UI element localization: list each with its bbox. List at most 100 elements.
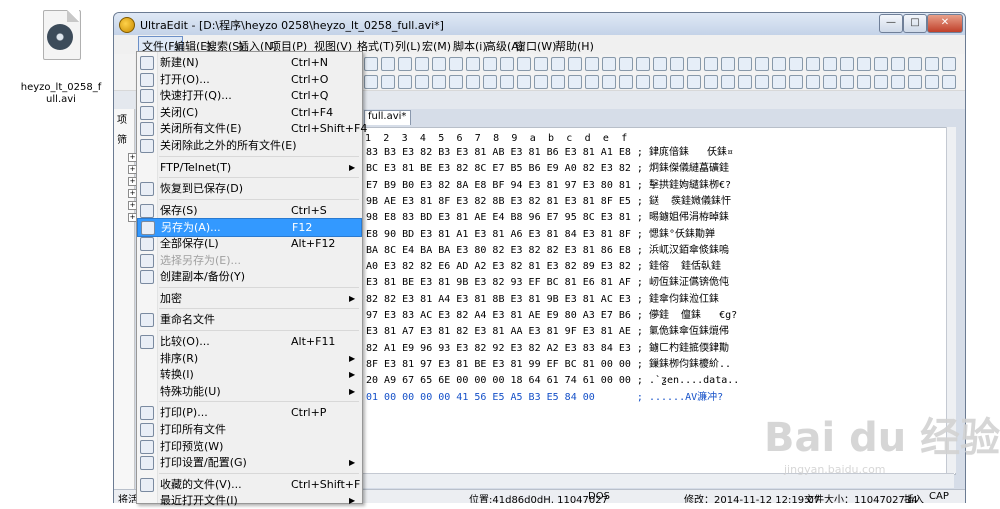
toolbar-button-icon[interactable] xyxy=(398,57,412,71)
hex-row[interactable]: 83 B3 E3 82 B3 E3 81 AB E3 81 B6 E3 81 A… xyxy=(366,145,733,161)
toolbar-button-icon[interactable] xyxy=(517,57,531,71)
toolbar-button-icon[interactable] xyxy=(364,75,378,89)
toolbar-button-icon[interactable] xyxy=(908,57,922,71)
minimize-button[interactable]: — xyxy=(879,14,903,33)
toolbar-button-icon[interactable] xyxy=(585,57,599,71)
toolbar-button-icon[interactable] xyxy=(551,57,565,71)
toolbar-button-icon[interactable] xyxy=(364,57,378,71)
toolbar-button-icon[interactable] xyxy=(636,57,650,71)
toolbar-button-icon[interactable] xyxy=(568,57,582,71)
toolbar-button-icon[interactable] xyxy=(602,75,616,89)
hex-row[interactable]: 01 00 00 00 00 41 56 E5 A5 B3 E5 84 00 ;… xyxy=(366,390,723,406)
toolbar-button-icon[interactable] xyxy=(619,75,633,89)
toolbar-button-icon[interactable] xyxy=(381,57,395,71)
toolbar-button-icon[interactable] xyxy=(517,75,531,89)
toolbar-button-icon[interactable] xyxy=(840,75,854,89)
toolbar-button-icon[interactable] xyxy=(772,57,786,71)
file-menu-item[interactable]: 创建副本/备份(Y) xyxy=(137,268,362,285)
close-button[interactable]: ✕ xyxy=(927,14,963,33)
file-menu-item[interactable]: 打印(P)... Ctrl+P xyxy=(137,404,362,421)
file-menu-item[interactable]: 排序(R) ▶ xyxy=(137,350,362,367)
file-menu-item[interactable]: 快速打开(Q)... Ctrl+Q xyxy=(137,87,362,104)
hex-row[interactable]: 9B AE E3 81 8F E3 82 8B E3 82 81 E3 81 8… xyxy=(366,194,731,210)
toolbar-button-icon[interactable] xyxy=(772,75,786,89)
left-pane-tab-1[interactable]: 项 xyxy=(117,111,127,126)
toolbar-button-icon[interactable] xyxy=(534,57,548,71)
toolbar-button-icon[interactable] xyxy=(789,57,803,71)
hex-row[interactable]: 20 A9 67 65 6E 00 00 00 18 64 61 74 61 0… xyxy=(366,373,739,389)
maximize-button[interactable]: □ xyxy=(903,14,927,33)
toolbar-button-icon[interactable] xyxy=(398,75,412,89)
file-menu-item[interactable]: 加密 ▶ xyxy=(137,290,362,307)
toolbar-button-icon[interactable] xyxy=(738,57,752,71)
toolbar-button-icon[interactable] xyxy=(840,57,854,71)
hex-row[interactable]: 8F E3 81 97 E3 81 BE E3 81 99 EF BC 81 0… xyxy=(366,357,731,373)
toolbar-button-icon[interactable] xyxy=(568,75,582,89)
file-menu-item[interactable]: 特殊功能(U) ▶ xyxy=(137,383,362,400)
hex-row[interactable]: A0 E3 82 82 E6 AD A2 E3 82 81 E3 82 89 E… xyxy=(366,259,721,275)
toolbar-button-icon[interactable] xyxy=(653,57,667,71)
toolbar-button-icon[interactable] xyxy=(789,75,803,89)
toolbar-button-icon[interactable] xyxy=(891,75,905,89)
toolbar-button-icon[interactable] xyxy=(534,75,548,89)
toolbar-button-icon[interactable] xyxy=(823,57,837,71)
toolbar-button-icon[interactable] xyxy=(942,75,956,89)
toolbar-button-icon[interactable] xyxy=(891,57,905,71)
file-menu-item[interactable]: 比较(O)... Alt+F11 xyxy=(137,333,362,350)
toolbar-button-icon[interactable] xyxy=(500,75,514,89)
toolbar-button-icon[interactable] xyxy=(483,57,497,71)
file-menu-item[interactable]: 转换(I) ▶ xyxy=(137,366,362,383)
toolbar-button-icon[interactable] xyxy=(585,75,599,89)
toolbar-button-icon[interactable] xyxy=(687,57,701,71)
file-menu-item[interactable]: 新建(N) Ctrl+N xyxy=(137,54,362,71)
toolbar-button-icon[interactable] xyxy=(653,75,667,89)
toolbar-button-icon[interactable] xyxy=(602,57,616,71)
file-menu-item[interactable]: 重命名文件 xyxy=(137,311,362,328)
toolbar-button-icon[interactable] xyxy=(466,57,480,71)
hex-row[interactable]: E7 B9 B0 E3 82 8A E8 BF 94 E3 81 97 E3 8… xyxy=(366,178,731,194)
toolbar-button-icon[interactable] xyxy=(755,57,769,71)
toolbar-button-icon[interactable] xyxy=(874,57,888,71)
hex-row[interactable]: 98 E8 83 BD E3 81 AE E4 B8 96 E7 95 8C E… xyxy=(366,210,729,226)
toolbar-button-icon[interactable] xyxy=(381,75,395,89)
toolbar-button-icon[interactable] xyxy=(908,75,922,89)
toolbar-button-icon[interactable] xyxy=(619,57,633,71)
menu-8[interactable]: 宏(M) xyxy=(419,37,454,55)
file-menu-item[interactable]: 关闭所有文件(E) Ctrl+Shift+F4 xyxy=(137,120,367,137)
hex-row[interactable]: 82 82 E3 81 A4 E3 81 8B E3 81 9B E3 81 A… xyxy=(366,292,719,308)
toolbar-button-icon[interactable] xyxy=(670,57,684,71)
toolbar-button-icon[interactable] xyxy=(415,57,429,71)
menu-12[interactable]: 帮助(H) xyxy=(552,37,597,55)
document-tab[interactable]: full.avi* xyxy=(364,110,411,125)
toolbar-button-icon[interactable] xyxy=(738,75,752,89)
toolbar-button-icon[interactable] xyxy=(857,75,871,89)
toolbar-button-icon[interactable] xyxy=(670,75,684,89)
toolbar-button-icon[interactable] xyxy=(874,75,888,89)
toolbar-button-icon[interactable] xyxy=(925,75,939,89)
toolbar-button-icon[interactable] xyxy=(449,57,463,71)
toolbar-button-icon[interactable] xyxy=(551,75,565,89)
toolbar-button-icon[interactable] xyxy=(721,57,735,71)
toolbar-button-icon[interactable] xyxy=(483,75,497,89)
toolbar-button-icon[interactable] xyxy=(466,75,480,89)
toolbar-button-icon[interactable] xyxy=(500,57,514,71)
toolbar-button-icon[interactable] xyxy=(755,75,769,89)
hex-row[interactable]: 82 A1 E9 96 93 E3 82 92 E3 82 A2 E3 83 8… xyxy=(366,341,729,357)
hex-row[interactable]: 97 E3 83 AC E3 82 A4 E3 81 AE E9 80 A3 E… xyxy=(366,308,737,324)
file-menu-item[interactable]: 关闭(C) Ctrl+F4 xyxy=(137,104,362,121)
toolbar-button-icon[interactable] xyxy=(432,57,446,71)
hex-row[interactable]: BA 8C E4 BA BA E3 80 82 E3 82 82 E3 81 8… xyxy=(366,243,729,259)
hex-row[interactable]: E8 90 BD E3 81 A1 E3 81 A6 E3 81 84 E3 8… xyxy=(366,227,715,243)
file-menu-item[interactable]: 打印所有文件 xyxy=(137,421,362,438)
title-bar[interactable]: UltraEdit - [D:\程序\heyzo 0258\heyzo_lt_0… xyxy=(114,13,965,35)
toolbar-button-icon[interactable] xyxy=(687,75,701,89)
hex-row[interactable]: BC E3 81 BE E3 82 8C E7 B5 B6 E9 A0 82 E… xyxy=(366,161,729,177)
toolbar-button-icon[interactable] xyxy=(449,75,463,89)
file-menu-item[interactable]: 全部保存(L) Alt+F12 xyxy=(137,235,362,252)
toolbar-button-icon[interactable] xyxy=(806,57,820,71)
file-menu-item[interactable]: 打印设置/配置(G) ▶ xyxy=(137,454,362,471)
toolbar-button-icon[interactable] xyxy=(942,57,956,71)
desktop-file-icon[interactable]: heyzo_lt_0258_full.avi xyxy=(18,6,104,116)
toolbar-button-icon[interactable] xyxy=(721,75,735,89)
hex-row[interactable]: E3 81 BE E3 81 9B E3 82 93 EF BC 81 E6 8… xyxy=(366,275,729,291)
